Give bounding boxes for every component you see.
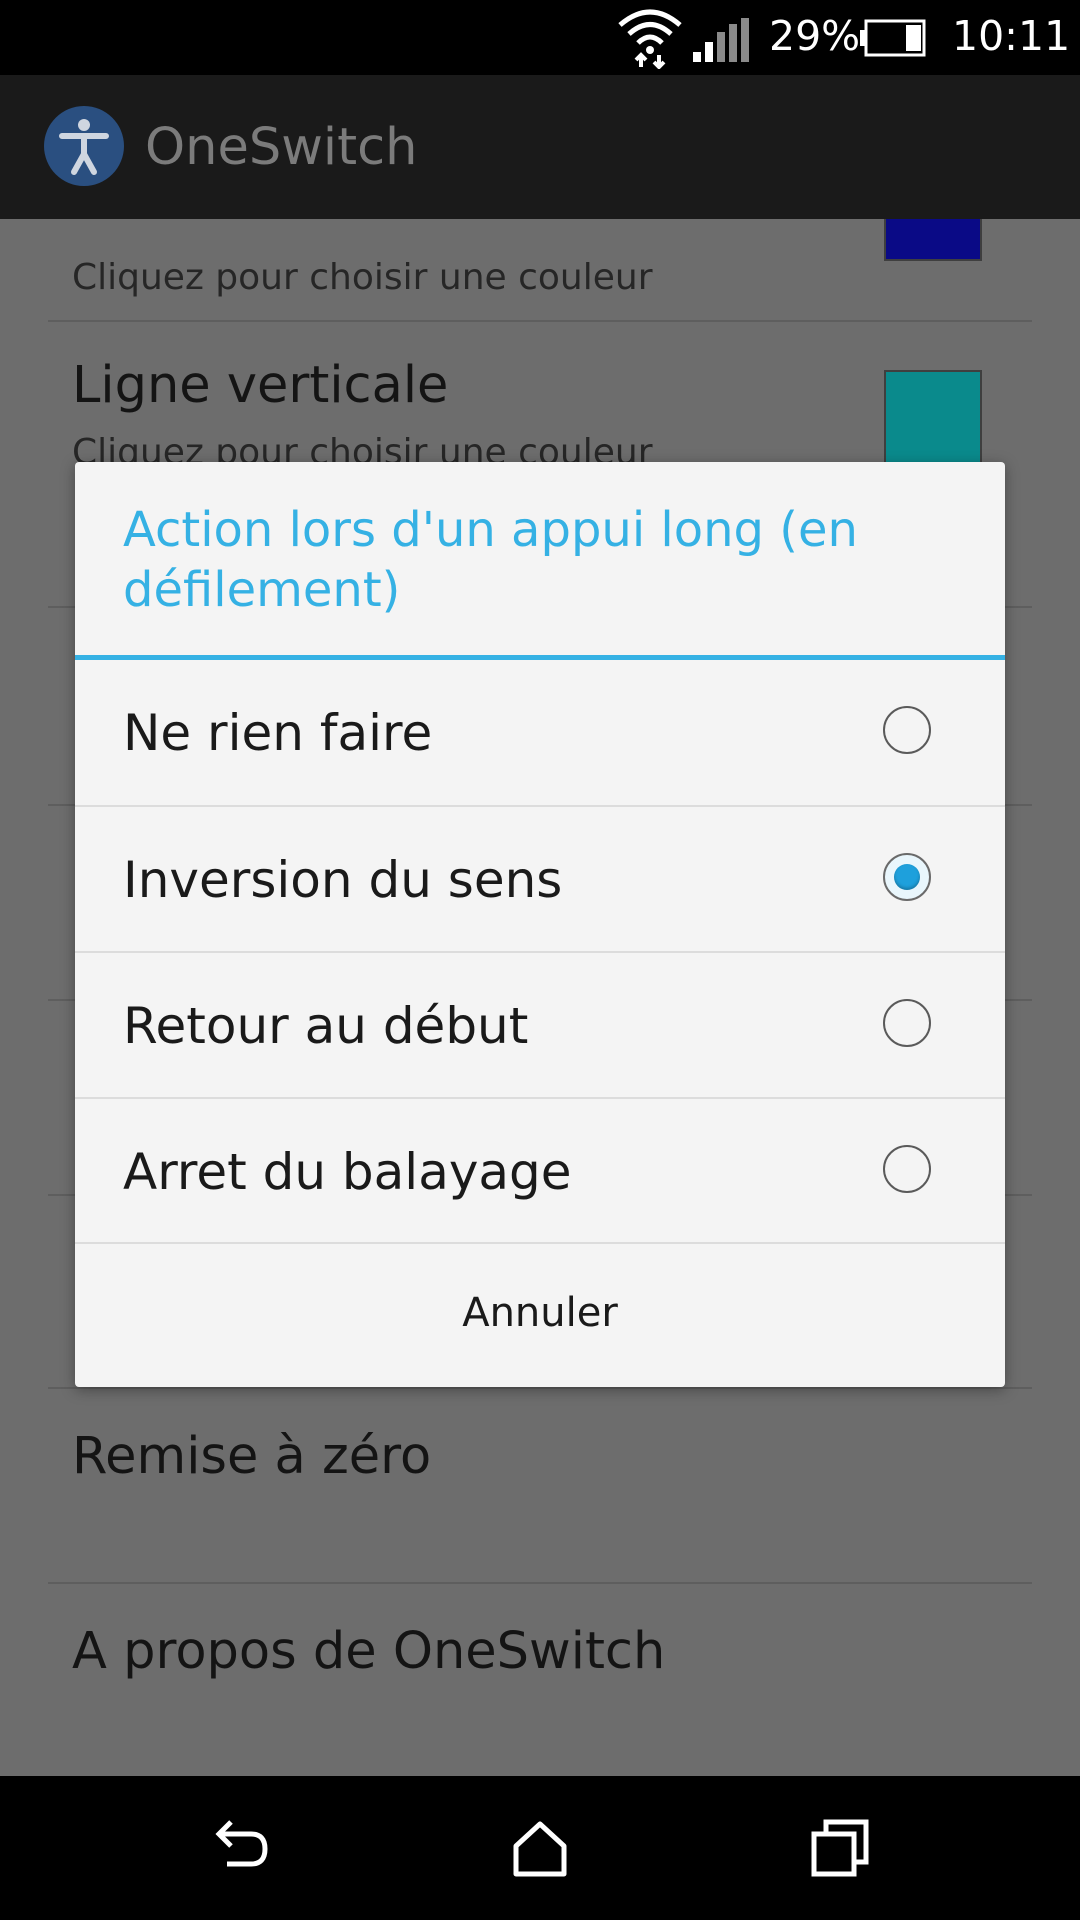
- action-bar: OneSwitch: [0, 75, 1080, 219]
- status-bar: 29% 10:11: [0, 0, 1080, 75]
- row-title: Remise à zéro: [72, 1427, 432, 1486]
- list-item-about[interactable]: A propos de OneSwitch: [0, 1584, 1080, 1776]
- recent-apps-icon[interactable]: [808, 1816, 872, 1880]
- wifi-data-icon: [618, 9, 682, 69]
- option-back-to-start[interactable]: Retour au début: [75, 953, 1005, 1099]
- color-swatch: [884, 370, 982, 466]
- row-subtitle: Cliquez pour choisir une couleur: [72, 257, 653, 298]
- radio-button[interactable]: [883, 1145, 931, 1193]
- list-item-previous-color[interactable]: Cliquez pour choisir une couleur: [0, 219, 1080, 321]
- color-swatch: [884, 219, 982, 261]
- home-icon[interactable]: [508, 1816, 572, 1880]
- option-reverse-direction[interactable]: Inversion du sens: [75, 807, 1005, 953]
- option-label: Inversion du sens: [123, 851, 563, 909]
- option-do-nothing[interactable]: Ne rien faire: [75, 660, 1005, 806]
- row-title: A propos de OneSwitch: [72, 1622, 666, 1681]
- back-icon[interactable]: [207, 1816, 271, 1880]
- clock: 10:11: [952, 12, 1071, 60]
- radio-button-checked[interactable]: [883, 853, 931, 901]
- option-label: Retour au début: [123, 997, 529, 1055]
- navigation-bar: [0, 1776, 1080, 1920]
- long-press-action-dialog: Action lors d'un appui long (en défileme…: [75, 462, 1005, 1387]
- app-title: OneSwitch: [145, 118, 418, 177]
- radio-dot: [894, 864, 920, 890]
- accessibility-icon[interactable]: [44, 106, 124, 186]
- radio-button[interactable]: [883, 999, 931, 1047]
- cell-signal-icon: [693, 18, 749, 62]
- battery-icon: [860, 19, 926, 57]
- cancel-button[interactable]: Annuler: [75, 1240, 1005, 1386]
- list-item-vertical-line[interactable]: Ligne verticale Cliquez pour choisir une…: [0, 322, 1080, 482]
- option-label: Ne rien faire: [123, 704, 433, 762]
- row-title: Ligne verticale: [72, 356, 449, 415]
- radio-button[interactable]: [883, 706, 931, 754]
- option-stop-scanning[interactable]: Arret du balayage: [75, 1099, 1005, 1245]
- list-item-reset[interactable]: Remise à zéro: [0, 1389, 1080, 1581]
- option-label: Arret du balayage: [123, 1143, 572, 1201]
- cancel-label: Annuler: [462, 1290, 618, 1336]
- dialog-title: Action lors d'un appui long (en défileme…: [123, 502, 858, 618]
- battery-percent: 29%: [769, 12, 861, 60]
